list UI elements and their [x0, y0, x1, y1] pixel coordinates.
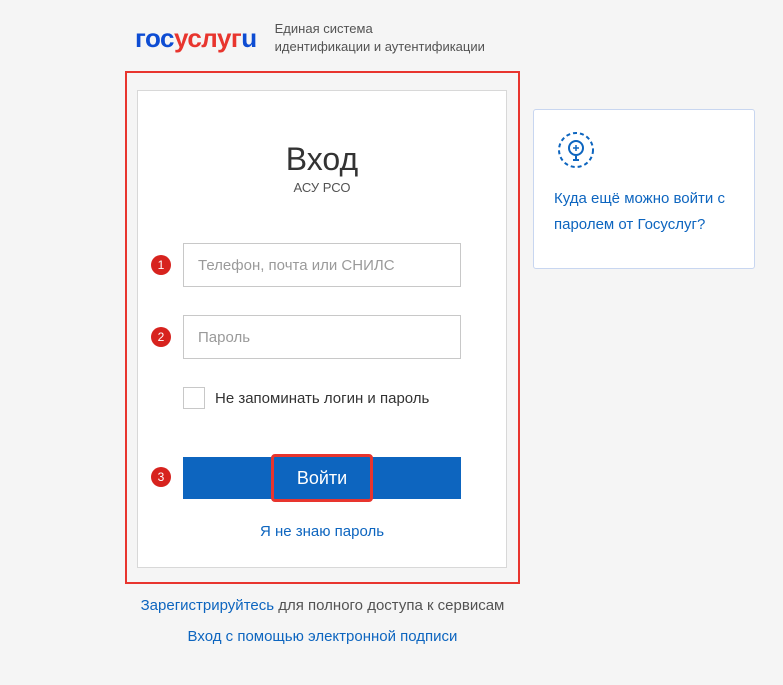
password-input[interactable] [183, 315, 461, 359]
dont-remember-label: Не запоминать логин и пароль [215, 390, 429, 407]
logo-part-i: u [241, 23, 256, 53]
footer-register-line: Зарегистрируйтесь для полного доступа к … [125, 597, 520, 614]
annotation-badge-3: 3 [151, 467, 171, 487]
login-card: Вход АСУ РСО 1 2 Не запоминать логин и п… [137, 90, 507, 568]
login-input[interactable] [183, 243, 461, 287]
login-button[interactable]: Войти [183, 457, 461, 499]
annotation-badge-1: 1 [151, 255, 171, 275]
login-button-row: 3 Войти [183, 457, 461, 499]
login-title: Вход [183, 141, 461, 178]
annotation-badge-2: 2 [151, 327, 171, 347]
electronic-signature-link[interactable]: Вход с помощью электронной подписи [188, 628, 458, 645]
logo-part-gos: гос [135, 23, 174, 53]
tagline: Единая система идентификации и аутентифи… [275, 20, 485, 56]
password-field-row: 2 [183, 315, 461, 359]
tagline-line2: идентификации и аутентификации [275, 38, 485, 56]
footer-links: Зарегистрируйтесь для полного доступа к … [125, 597, 520, 646]
logo-part-uslugi: услуг [174, 23, 241, 53]
gosuslugi-logo: госуслугu [135, 23, 257, 54]
dont-remember-checkbox[interactable] [183, 387, 205, 409]
remember-checkbox-row: Не запоминать логин и пароль [183, 387, 461, 409]
register-link[interactable]: Зарегистрируйтесь [141, 597, 274, 614]
where-else-login-link[interactable]: Куда ещё можно войти с паролем от Госусл… [554, 190, 725, 233]
header: госуслугu Единая система идентификации и… [0, 0, 783, 66]
footer-signature-line: Вход с помощью электронной подписи [125, 628, 520, 646]
forgot-password-link[interactable]: Я не знаю пароль [183, 523, 461, 540]
lightbulb-icon [554, 128, 598, 172]
login-field-row: 1 [183, 243, 461, 287]
info-sidebar-card: Куда ещё можно войти с паролем от Госусл… [533, 109, 755, 269]
tagline-line1: Единая система [275, 20, 485, 38]
login-subtitle: АСУ РСО [183, 180, 461, 195]
register-rest-text: для полного доступа к сервисам [274, 597, 504, 614]
